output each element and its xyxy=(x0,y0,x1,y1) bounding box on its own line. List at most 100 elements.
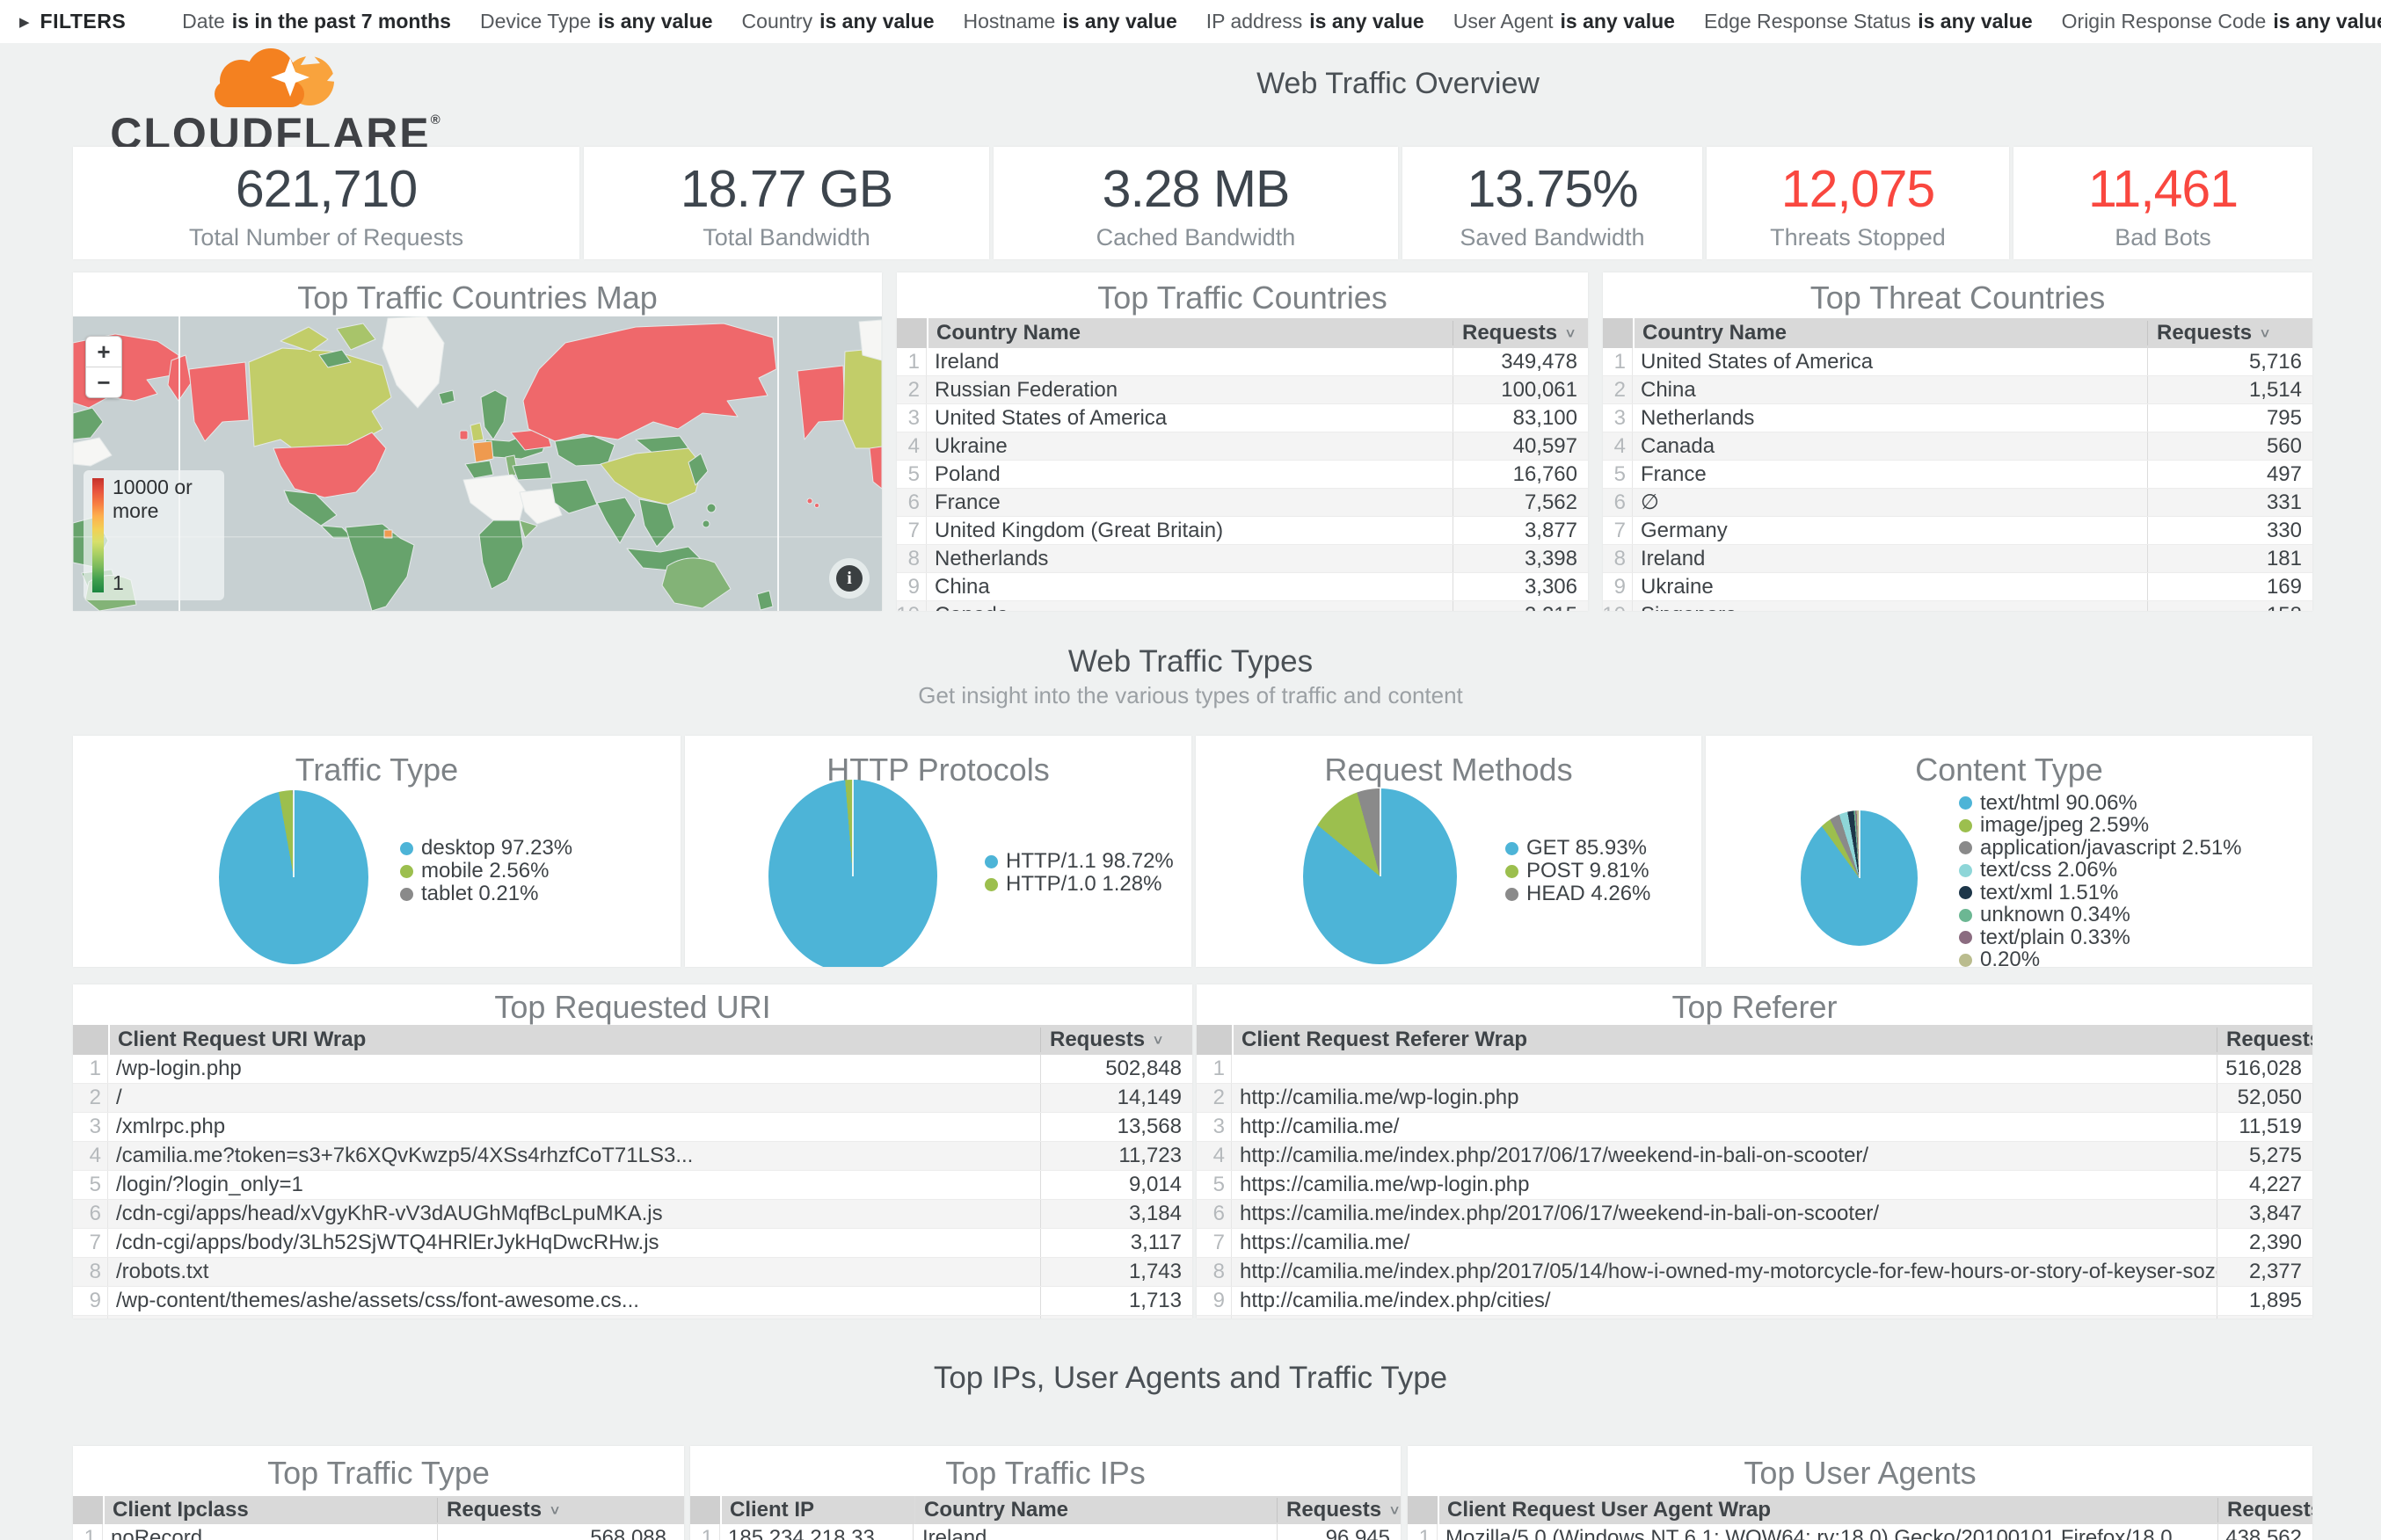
legend-label: GET 85.93% xyxy=(1526,836,1647,861)
table-cell: /cdn-cgi/apps/head/xVgyKhR-vV3dAUGhMqfBc… xyxy=(108,1202,1040,1226)
table-row: 8/robots.txt1,743 xyxy=(73,1258,1192,1287)
rank-column-header xyxy=(1197,1025,1234,1055)
content-type-pie-chart[interactable] xyxy=(1801,810,1918,946)
table-header: Client Request User Agent Wrap Requests∨ xyxy=(1408,1496,2312,1524)
legend-max-label: 10000 or more xyxy=(113,476,224,523)
table-cell: 3,877 xyxy=(1453,517,1588,544)
cloudflare-logo: CLOUDFLARE® xyxy=(98,47,454,156)
row-rank: 6 xyxy=(897,489,927,516)
table-cell: /wp-login.php xyxy=(108,1057,1040,1081)
table-row: 8Ireland181 xyxy=(1603,545,2312,573)
card-title: Top User Agents xyxy=(1408,1446,2312,1496)
filter-name: Hostname xyxy=(964,10,1056,33)
rank-column-header xyxy=(897,318,928,348)
table-cell: 83,100 xyxy=(1453,404,1588,432)
table-cell: France xyxy=(1633,462,2147,487)
stat-label: Cached Bandwidth xyxy=(994,224,1398,251)
table-row: 7https://camilia.me/2,390 xyxy=(1197,1229,2312,1258)
column-header-ipclass[interactable]: Client Ipclass xyxy=(105,1498,437,1522)
filter-item-hostname[interactable]: Hostnameis any value xyxy=(964,10,1177,33)
table-cell: 349,478 xyxy=(1453,348,1588,375)
column-header-requests[interactable]: Requests∨ xyxy=(1453,321,1588,345)
row-rank: 1 xyxy=(690,1524,720,1540)
table-body: 1516,0282http://camilia.me/wp-login.php5… xyxy=(1197,1055,2312,1318)
row-rank: 6 xyxy=(1197,1200,1232,1228)
card-request-methods: Request Methods GET 85.93%POST 9.81%HEAD… xyxy=(1196,736,1701,967)
table-row: 1/wp-login.php502,848 xyxy=(73,1055,1192,1084)
section-title-top-ips: Top IPs, User Agents and Traffic Type xyxy=(934,1361,1447,1396)
column-header-user-agent[interactable]: Client Request User Agent Wrap xyxy=(1439,1498,2217,1522)
legend-dot-icon xyxy=(985,878,998,891)
table-cell: 330 xyxy=(2147,517,2312,544)
stat-value: 18.77 GB xyxy=(584,159,989,219)
cloudflare-analytics-dashboard: ▶ FILTERS Dateis in the past 7 months Dev… xyxy=(0,0,2381,1540)
table-row: 5/login/?login_only=19,014 xyxy=(73,1171,1192,1200)
filter-item-device-type[interactable]: Device Typeis any value xyxy=(480,10,713,33)
column-header-uri[interactable]: Client Request URI Wrap xyxy=(110,1028,1040,1052)
row-rank: 7 xyxy=(73,1229,108,1257)
column-header-referer[interactable]: Client Request Referer Wrap xyxy=(1234,1028,2217,1052)
filters-bar: ▶ FILTERS Dateis in the past 7 months Dev… xyxy=(0,0,2381,43)
table-row: 5Poland16,760 xyxy=(897,461,1588,489)
row-rank: 3 xyxy=(897,404,927,432)
sort-desc-icon: ∨ xyxy=(2259,325,2271,340)
table-row: 6France7,562 xyxy=(897,489,1588,517)
table-cell: /login/?login_only=1 xyxy=(108,1173,1040,1197)
card-title: Top Requested URI xyxy=(73,984,1192,1025)
filters-list: Dateis in the past 7 months Device Typeis… xyxy=(182,10,2381,33)
column-header-country-name[interactable]: Country Name xyxy=(914,1496,1277,1524)
filter-item-country[interactable]: Countryis any value xyxy=(742,10,935,33)
filter-item-edge-response-status[interactable]: Edge Response Statusis any value xyxy=(1704,10,2033,33)
column-header-country-name[interactable]: Country Name xyxy=(1635,321,2147,345)
stat-label: Threats Stopped xyxy=(1707,224,2009,251)
table-row: 8Netherlands3,398 xyxy=(897,545,1588,573)
filter-item-date[interactable]: Dateis in the past 7 months xyxy=(182,10,451,33)
filters-toggle[interactable]: ▶ FILTERS xyxy=(19,10,126,33)
legend-label: POST 9.81% xyxy=(1526,859,1649,883)
zoom-out-button[interactable]: − xyxy=(86,367,121,397)
table-cell: 5,716 xyxy=(2147,348,2312,375)
table-cell: 2,390 xyxy=(2217,1229,2312,1257)
column-header-requests[interactable]: Requests∨ xyxy=(1040,1028,1192,1052)
filter-item-user-agent[interactable]: User Agentis any value xyxy=(1453,10,1675,33)
traffic-type-pie-chart[interactable] xyxy=(219,790,368,964)
filter-item-origin-response-code[interactable]: Origin Response Codeis any value xyxy=(2062,10,2381,33)
world-map[interactable]: + − 10000 or more 1 i xyxy=(73,316,882,611)
filter-item-ip-address[interactable]: IP addressis any value xyxy=(1206,10,1424,33)
row-rank: 2 xyxy=(1603,376,1633,403)
row-rank: 8 xyxy=(897,545,927,572)
table-row: 10/wp-content/themes/ashe/...1,672 xyxy=(73,1316,1192,1318)
row-rank: 1 xyxy=(1197,1055,1232,1083)
column-header-requests[interactable]: Requests∨ xyxy=(437,1498,684,1522)
card-top-traffic-type: Top Traffic Type Client Ipclass Requests… xyxy=(73,1446,684,1540)
table-cell: 502,848 xyxy=(1040,1055,1192,1083)
row-rank: 10 xyxy=(1197,1316,1232,1318)
table-cell: 3,398 xyxy=(1453,545,1588,572)
table-cell: France xyxy=(927,490,1453,515)
table-cell: Canada xyxy=(927,603,1453,612)
column-header-requests[interactable]: Requests∨ xyxy=(2217,1498,2312,1522)
column-header-requests[interactable]: Requests∨ xyxy=(2217,1028,2312,1052)
table-header: Client Request Referer Wrap Requests∨ xyxy=(1197,1025,2312,1055)
table-cell: 13,568 xyxy=(1040,1113,1192,1141)
table-cell: Mozilla/5.0 (Windows NT 6.1; WOW64; rv:1… xyxy=(1438,1526,2217,1540)
column-header-country-name[interactable]: Country Name xyxy=(928,321,1453,345)
table-cell: Poland xyxy=(927,462,1453,487)
table-cell: /robots.txt xyxy=(108,1260,1040,1284)
zoom-in-button[interactable]: + xyxy=(86,337,121,367)
row-rank: 2 xyxy=(897,376,927,403)
table-row: 1185.234.218.33Ireland96,945 xyxy=(690,1524,1401,1540)
http-protocols-pie-chart[interactable] xyxy=(768,780,937,967)
table-cell: Germany xyxy=(1633,519,2147,543)
map-info-button[interactable]: i xyxy=(829,558,870,599)
legend-item: text/html 90.06% xyxy=(1959,792,2242,815)
column-header-requests[interactable]: Requests∨ xyxy=(2147,321,2312,345)
column-header-requests[interactable]: Requests∨ xyxy=(1277,1498,1401,1522)
table-cell: http://camilia.me/index.php/2017/06/17/w… xyxy=(1232,1144,2217,1168)
map-legend: 10000 or more 1 xyxy=(84,470,224,600)
legend-label: unknown 0.34% xyxy=(1980,903,2130,927)
column-header-client-ip[interactable]: Client IP xyxy=(722,1498,914,1522)
row-rank: 3 xyxy=(1603,404,1633,432)
card-top-requested-uri: Top Requested URI Client Request URI Wra… xyxy=(73,984,1192,1318)
request-methods-pie-chart[interactable] xyxy=(1303,788,1457,964)
